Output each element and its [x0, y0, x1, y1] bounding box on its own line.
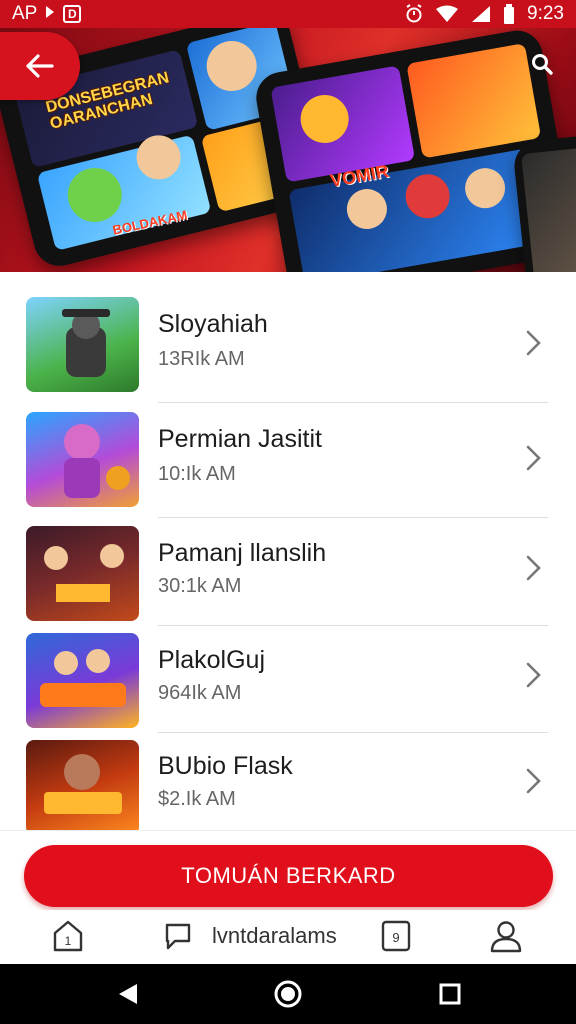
- wifi-icon: [435, 5, 459, 23]
- profile-icon: [490, 921, 522, 953]
- nav-label: lvntdaralams: [212, 923, 337, 948]
- game-thumbnail: [26, 412, 139, 507]
- nav-item-chat[interactable]: [160, 916, 196, 956]
- chevron-right-icon: [526, 662, 541, 688]
- card-glyph: 9: [392, 930, 399, 945]
- system-home-button[interactable]: [272, 978, 304, 1010]
- status-bar: AP D 9:23: [0, 0, 576, 28]
- home-badge: 1: [65, 934, 72, 948]
- nav-item-home[interactable]: 1: [50, 916, 86, 956]
- game-thumbnail: [26, 526, 139, 621]
- system-back-button[interactable]: [112, 978, 144, 1010]
- chevron-right-icon: [526, 445, 541, 471]
- game-title: PlakolGuj: [158, 646, 265, 674]
- square-recents-icon: [439, 983, 461, 1005]
- cta-area: TOMUÁN BERKARD: [0, 830, 576, 920]
- arrow-left-icon: [26, 54, 54, 78]
- list-item[interactable]: Sloyahiah 13RIk AM: [0, 294, 576, 410]
- game-title: Sloyahiah: [158, 310, 268, 338]
- triangle-back-icon: [119, 984, 137, 1004]
- status-app-label: AP: [12, 3, 38, 24]
- list-item[interactable]: Permian Jasitit 10:Ik AM: [0, 409, 576, 525]
- nav-item-profile[interactable]: [486, 916, 526, 956]
- hero-banner[interactable]: DONSEBEGRAN OARANCHAN VOMIR BOLDAKAM: [0, 28, 576, 272]
- game-subtitle: $2.Ik AM: [158, 788, 236, 810]
- nav-item-label[interactable]: lvntdaralams: [212, 916, 358, 956]
- back-button[interactable]: [0, 32, 80, 100]
- game-thumbnail: [26, 740, 139, 830]
- chat-icon: [165, 923, 191, 950]
- alarm-icon: [405, 4, 423, 24]
- game-thumbnail: [26, 297, 139, 392]
- circle-home-icon: [274, 980, 302, 1008]
- chevron-right-icon: [526, 768, 541, 794]
- game-title: BUbio Flask: [158, 752, 293, 780]
- game-title: Permian Jasitit: [158, 425, 322, 453]
- game-list[interactable]: Sloyahiah 13RIk AM Permian Jasitit 10:Ik…: [0, 272, 576, 830]
- list-item[interactable]: Pamanj llanslih 30:1k AM: [0, 523, 576, 639]
- notification-icon: [45, 3, 55, 25]
- search-button[interactable]: [520, 44, 564, 84]
- game-subtitle: 13RIk AM: [158, 348, 245, 370]
- signal-icon: [471, 5, 491, 23]
- chevron-right-icon: [526, 330, 541, 356]
- game-thumbnail: [26, 633, 139, 728]
- card-icon: 9: [381, 920, 411, 952]
- home-icon: 1: [53, 920, 83, 952]
- chevron-right-icon: [526, 555, 541, 581]
- list-item[interactable]: BUbio Flask $2.Ik AM: [0, 736, 576, 830]
- clock-time: 9:23: [527, 3, 564, 24]
- list-item[interactable]: PlakolGuj 964Ik AM: [0, 630, 576, 746]
- system-navigation-bar: [0, 964, 576, 1024]
- battery-icon: [503, 4, 515, 24]
- app-box-icon: D: [63, 5, 82, 23]
- search-icon: [532, 54, 553, 75]
- bottom-nav: 1 lvntdaralams 9: [0, 910, 576, 964]
- primary-action-button[interactable]: TOMUÁN BERKARD: [24, 845, 553, 907]
- game-title: Pamanj llanslih: [158, 539, 327, 567]
- game-subtitle: 10:Ik AM: [158, 463, 236, 485]
- game-subtitle: 30:1k AM: [158, 575, 242, 597]
- game-subtitle: 964Ik AM: [158, 682, 242, 704]
- system-recents-button[interactable]: [434, 978, 466, 1010]
- nav-item-card[interactable]: 9: [378, 916, 414, 956]
